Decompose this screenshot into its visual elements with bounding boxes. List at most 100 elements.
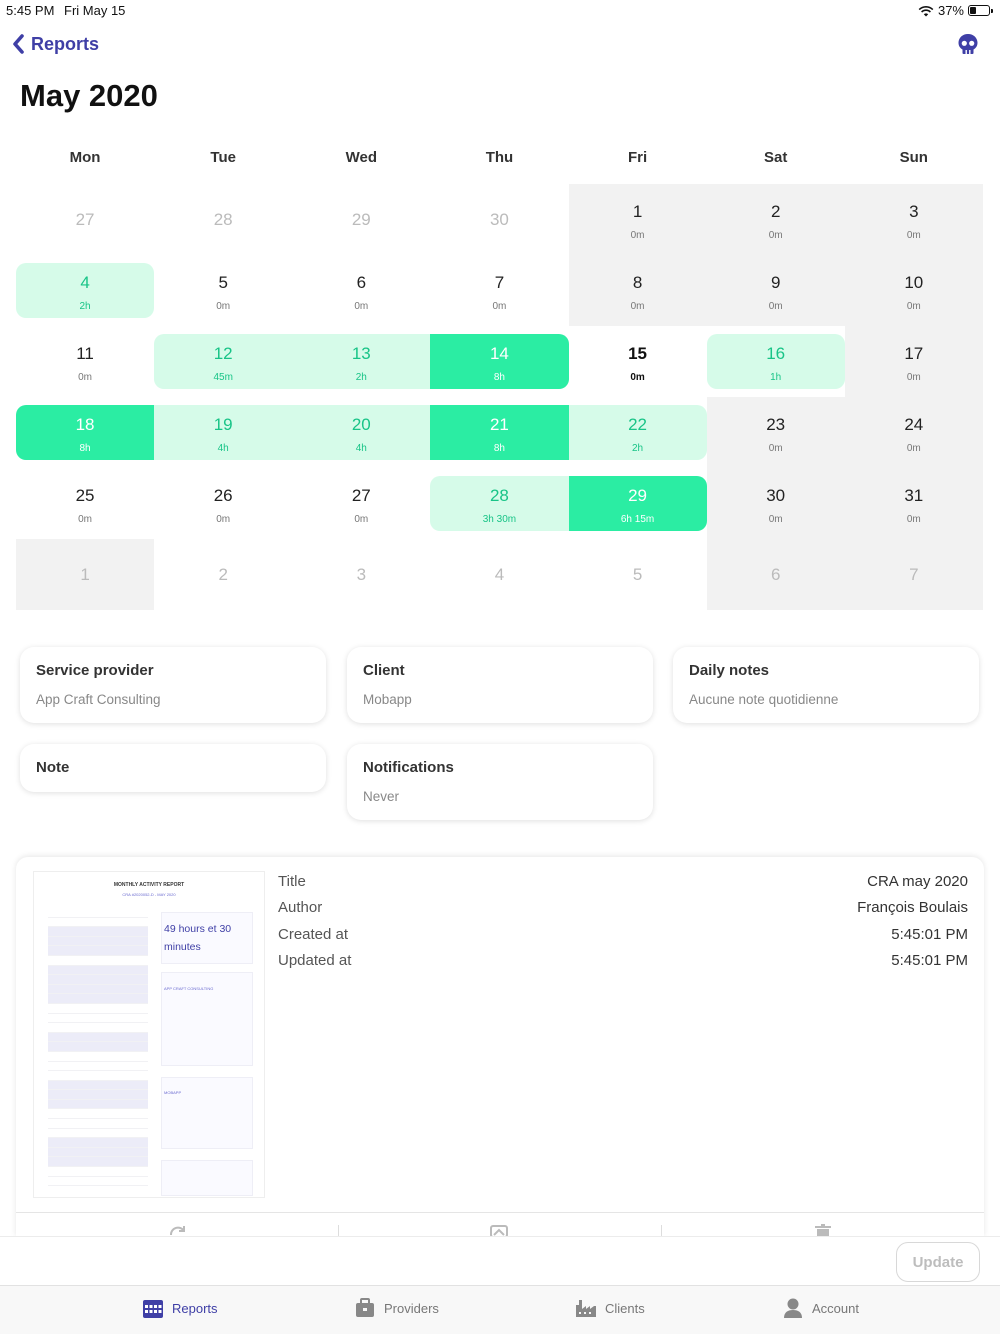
day-duration: 4h: [355, 443, 367, 454]
thumbnail-table-row: [48, 1080, 148, 1091]
skull-icon[interactable]: [956, 32, 980, 56]
thumbnail-table-row: [48, 918, 148, 928]
month-title: May 2020: [20, 78, 158, 113]
day-duration: 0m: [354, 301, 369, 312]
update-button[interactable]: Update: [896, 1242, 980, 1282]
calendar-day[interactable]: 27: [16, 184, 154, 255]
thumbnail-table-row: [48, 1129, 148, 1139]
calendar-day[interactable]: 31 0m: [844, 468, 983, 539]
calendar-day[interactable]: 29 6h 15m: [568, 468, 707, 539]
tab-account-label: Account: [812, 1300, 859, 1316]
meta-label: Updated at: [278, 951, 352, 969]
calendar-day[interactable]: 4 2h: [16, 255, 155, 326]
day-number: 4: [80, 273, 90, 292]
thumbnail-table-row: [48, 1032, 148, 1043]
calendar-day[interactable]: 3 0m: [844, 184, 983, 255]
calendar-day[interactable]: 19 4h: [154, 397, 293, 468]
calendar: Mon Tue Wed Thu Fri Sat Sun 27 28 29 30 1 0m 2 0m 3 0m 4…: [16, 140, 983, 610]
calendar-day[interactable]: 23 0m: [706, 397, 845, 468]
tab-providers-label: Providers: [384, 1300, 439, 1316]
calendar-day[interactable]: 5: [569, 539, 707, 610]
day-number: 27: [75, 210, 95, 229]
calendar-day[interactable]: 25 0m: [16, 468, 154, 539]
day-duration: 6h 15m: [620, 514, 655, 525]
day-duration: 0m: [906, 301, 921, 312]
calendar-day[interactable]: 30: [430, 184, 568, 255]
back-button[interactable]: Reports: [11, 33, 99, 55]
refresh-icon[interactable]: [168, 1223, 188, 1237]
weekday-label: Sun: [899, 149, 928, 166]
calendar-day[interactable]: 4: [430, 539, 568, 610]
calendar-day[interactable]: 29: [292, 184, 430, 255]
note-card[interactable]: Note: [20, 744, 326, 792]
calendar-day[interactable]: 1 0m: [568, 184, 707, 255]
weekday-label: Thu: [485, 149, 514, 166]
meta-label: Created at: [278, 925, 349, 943]
image-icon[interactable]: [489, 1223, 509, 1237]
calendar-day[interactable]: 6: [706, 539, 845, 610]
calendar-day[interactable]: 30 0m: [706, 468, 845, 539]
calendar-day[interactable]: 3: [292, 539, 430, 610]
calendar-day[interactable]: 18 8h: [16, 397, 155, 468]
calendar-day[interactable]: 2 0m: [706, 184, 845, 255]
day-number: 31: [904, 486, 924, 505]
calendar-day[interactable]: 9 0m: [706, 255, 845, 326]
user-icon: [784, 1298, 802, 1318]
thumbnail-table-row: [48, 975, 148, 985]
day-number: 28: [489, 486, 509, 505]
thumbnail-provider: APP CRAFT CONSULTING: [164, 986, 214, 991]
tab-reports[interactable]: Reports: [142, 1297, 218, 1319]
calendar-day[interactable]: 13 2h: [292, 326, 431, 397]
calendar-day[interactable]: 6 0m: [292, 255, 430, 326]
calendar-day[interactable]: 7: [844, 539, 983, 610]
notifications-card[interactable]: Notifications Never: [347, 744, 653, 820]
calendar-day[interactable]: 26 0m: [154, 468, 292, 539]
client-title: Client: [363, 662, 405, 679]
tab-account[interactable]: Account: [782, 1297, 859, 1319]
trash-icon[interactable]: [813, 1223, 833, 1237]
weekday-label: Mon: [69, 149, 101, 166]
weekday-label: Wed: [345, 149, 378, 166]
calendar-day[interactable]: 27 0m: [292, 468, 430, 539]
calendar-day[interactable]: 10 0m: [844, 255, 983, 326]
thumbnail-table-row: [48, 1004, 148, 1014]
calendar-day[interactable]: 7 0m: [430, 255, 568, 326]
thumbnail-table-row: [48, 956, 148, 966]
calendar-day[interactable]: 11 0m: [16, 326, 154, 397]
status-date: Fri May 15: [64, 3, 126, 18]
calendar-day[interactable]: 1: [16, 539, 155, 610]
calendar-day[interactable]: 8 0m: [568, 255, 707, 326]
day-number: 11: [76, 344, 94, 363]
calendar-day[interactable]: 20 4h: [292, 397, 431, 468]
day-number: 22: [628, 415, 648, 434]
day-number: 23: [766, 415, 786, 434]
service-provider-card[interactable]: Service provider App Craft Consulting: [20, 647, 326, 723]
calendar-day[interactable]: 24 0m: [844, 397, 983, 468]
calendar-day[interactable]: 15 0m: [569, 326, 707, 397]
pdf-thumbnail[interactable]: MONTHLY ACTIVITY REPORT CRA #2020052-D -…: [33, 871, 265, 1198]
calendar-day[interactable]: 28 3h 30m: [430, 468, 569, 539]
client-card[interactable]: Client Mobapp: [347, 647, 653, 723]
calendar-week: 25 0m 26 0m 27 0m 28 3h 30m 29 6h 15m 30 0m 31 0m: [16, 468, 983, 539]
tab-providers[interactable]: Providers: [354, 1297, 439, 1319]
calendar-day[interactable]: 5 0m: [154, 255, 292, 326]
meta-label: Author: [278, 899, 323, 917]
day-number: 29: [628, 486, 648, 505]
tab-clients[interactable]: Clients: [575, 1297, 645, 1319]
calendar-day[interactable]: 16 1h: [706, 326, 845, 397]
calendar-day[interactable]: 2: [154, 539, 292, 610]
thumbnail-table-row: [48, 965, 148, 976]
notifications-title: Notifications: [363, 759, 454, 776]
calendar-day[interactable]: 12 45m: [154, 326, 293, 397]
thumbnail-table-row: [48, 1071, 148, 1081]
tab-reports-label: Reports: [172, 1300, 218, 1316]
meta-row: Author François Boulais: [278, 899, 968, 925]
calendar-day[interactable]: 28: [154, 184, 292, 255]
calendar-day[interactable]: 17 0m: [844, 326, 983, 397]
calendar-day[interactable]: 22 2h: [568, 397, 707, 468]
calendar-day[interactable]: 14 8h: [430, 326, 569, 397]
calendar-day[interactable]: 21 8h: [430, 397, 569, 468]
day-number: 2: [770, 202, 781, 221]
daily-notes-card[interactable]: Daily notes Aucune note quotidienne: [673, 647, 979, 723]
thumbnail-client: MOBAPP: [164, 1090, 182, 1095]
